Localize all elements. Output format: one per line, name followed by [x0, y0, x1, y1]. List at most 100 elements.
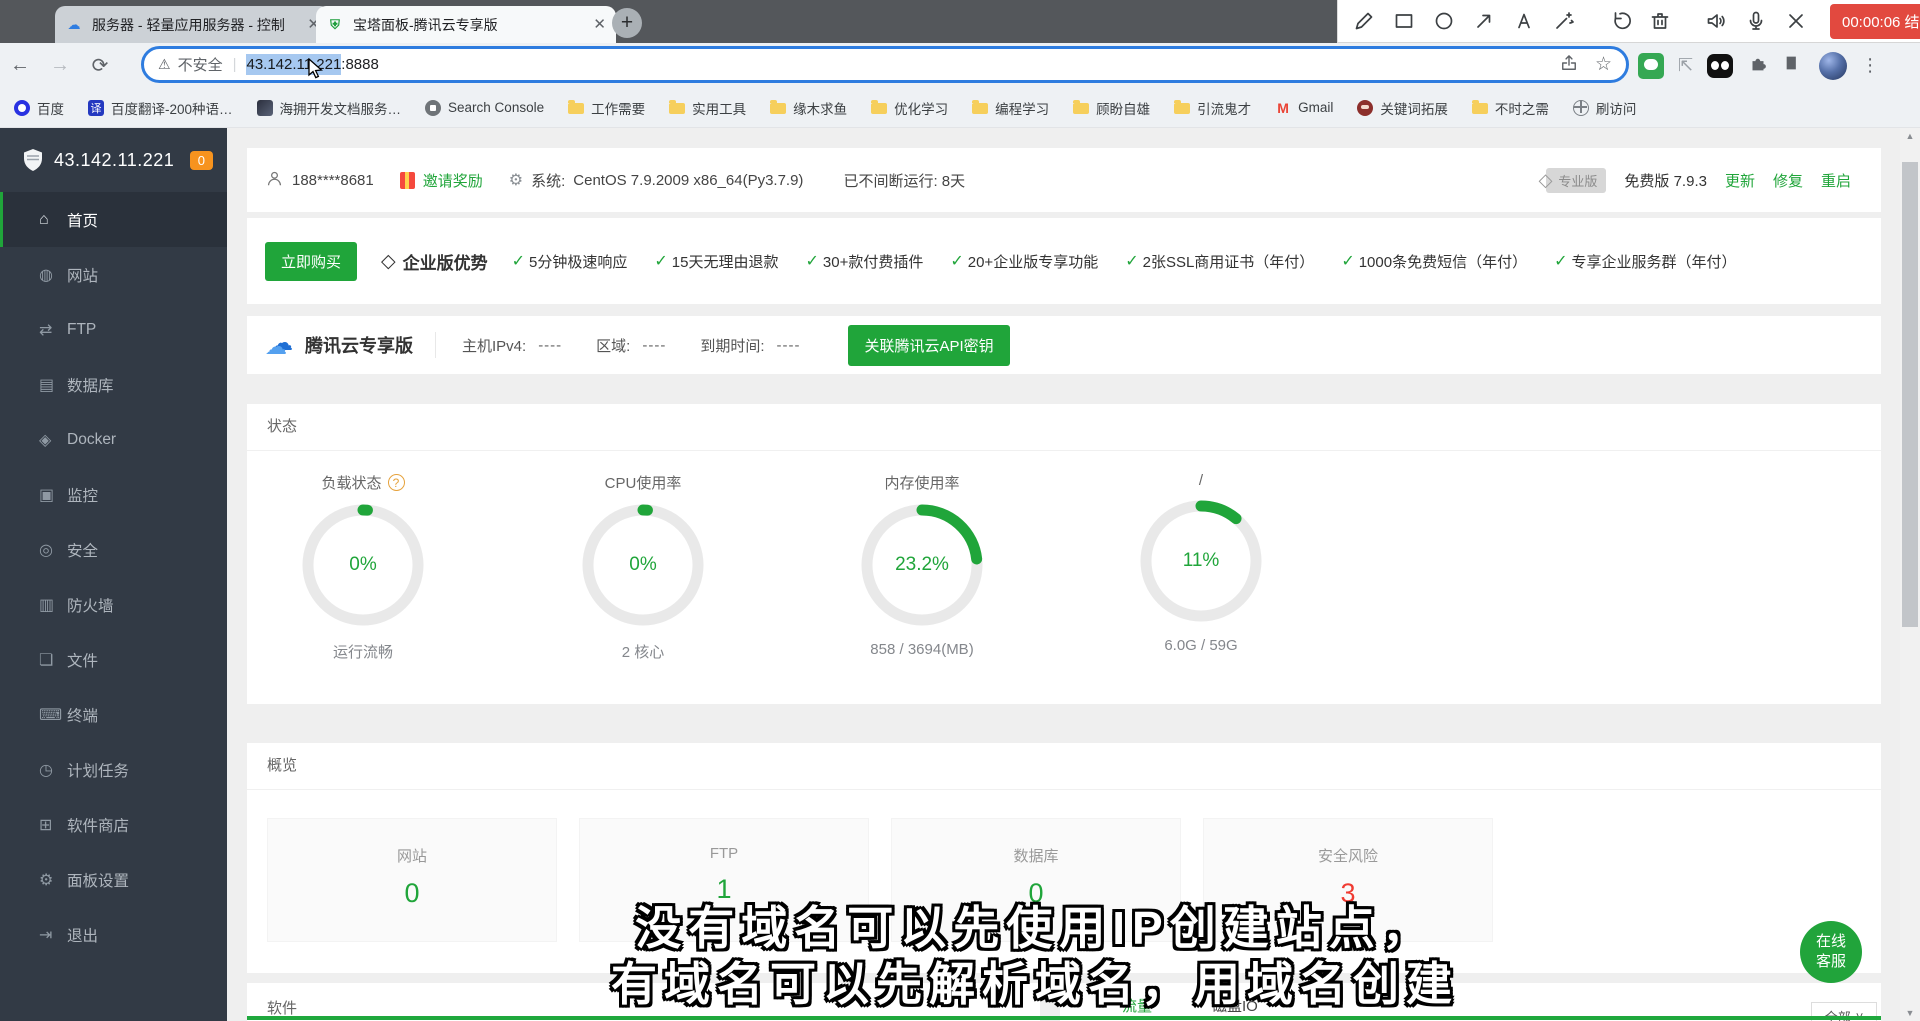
user-phone[interactable]: 188****8681 [292, 172, 374, 189]
invite-reward-link[interactable]: 邀请奖励 [423, 170, 483, 191]
bookmark-label: 百度翻译-200种语… [111, 98, 233, 118]
puzzle-extensions-icon[interactable] [1747, 52, 1769, 79]
bookmark-label: 工作需要 [591, 98, 645, 118]
url-selected-text[interactable]: 43.142.11.221 [246, 54, 341, 75]
panel-action-link[interactable]: 重启 [1821, 170, 1851, 191]
sidebar-item[interactable]: ◷ 计划任务 [0, 742, 227, 797]
sidebar-item[interactable]: ◍ 网站 [0, 247, 227, 302]
sidebar-item[interactable]: ❏ 文件 [0, 632, 227, 687]
tencent-cloud-logo: ☁☁ [265, 334, 295, 356]
bookmark-item[interactable]: 不时之需 [1472, 98, 1549, 118]
tile-label: 安全风险 [1204, 845, 1492, 866]
bookmark-item[interactable]: 刷访问 [1573, 98, 1637, 118]
bookmark-item[interactable]: 实用工具 [669, 98, 746, 118]
bookmark-item[interactable]: 编程学习 [972, 98, 1049, 118]
pencil-icon[interactable] [1352, 9, 1376, 33]
arrow-icon[interactable] [1472, 9, 1496, 33]
pro-version-badge[interactable]: ◇ 专业版 [1539, 168, 1607, 193]
check-icon: ✓ [950, 251, 963, 271]
sidebar-item[interactable]: ▤ 数据库 [0, 357, 227, 412]
sidebar-item[interactable]: ⌂ 首页 [0, 192, 227, 247]
bookmark-favicon [1573, 100, 1589, 116]
status-gauge[interactable]: 负载状态 ? 0% 运行流畅 [253, 472, 473, 662]
share-icon[interactable] [1559, 53, 1579, 77]
feature-text: 5分钟极速响应 [529, 251, 627, 272]
bookmark-item[interactable]: 关键词拓展 [1357, 98, 1448, 118]
sidebar-item[interactable]: ◈ Docker [0, 412, 227, 467]
extensions-area: ⇱ ⋮ [1638, 43, 1879, 88]
adblock-extension-icon[interactable] [1707, 54, 1733, 78]
bookmark-item[interactable]: M Gmail [1275, 100, 1333, 116]
recording-timer-stop-button[interactable]: 00:00:06 结束 [1830, 4, 1920, 39]
status-gauge[interactable]: / 11% 6.0G / 59G [1091, 472, 1311, 654]
not-secure-label[interactable]: 不安全 [178, 54, 223, 75]
profile-avatar[interactable] [1819, 52, 1847, 80]
link-api-key-button[interactable]: 关联腾讯云API密钥 [848, 325, 1009, 366]
buy-now-button[interactable]: 立即购买 [265, 242, 357, 281]
new-tab-button[interactable]: + [612, 8, 642, 38]
tab-title: 服务器 - 轻量应用服务器 - 控制 [92, 15, 299, 35]
tab-close-icon[interactable]: ✕ [593, 17, 606, 32]
close-recorder-icon[interactable] [1784, 9, 1808, 33]
video-subtitle: 没有域名可以先使用IP创建站点， 有域名可以先解析域名，用域名创建 [611, 900, 1459, 1012]
bookmark-label: Search Console [448, 100, 544, 115]
scrollbar-thumb[interactable] [1902, 162, 1918, 627]
bookmark-item[interactable]: 海拥开发文档服务… [257, 98, 402, 118]
browser-menu-icon[interactable]: ⋮ [1861, 55, 1879, 76]
bookmark-item[interactable]: 引流鬼才 [1174, 98, 1251, 118]
tab-bt-panel[interactable]: ⛨ 宝塔面板-腾讯云专享版 ✕ [316, 6, 616, 43]
url-port-text[interactable]: :8888 [341, 56, 379, 73]
server-ip[interactable]: 43.142.11.221 [54, 150, 190, 171]
bookmark-item[interactable]: 顾盼自雄 [1073, 98, 1150, 118]
rectangle-icon[interactable] [1392, 9, 1416, 33]
address-bar[interactable]: ⚠ 不安全 | 43.142.11.221 :8888 ☆ [141, 46, 1629, 83]
bookmark-item[interactable]: Search Console [425, 100, 544, 116]
help-icon[interactable]: ? [388, 474, 405, 491]
speaker-icon[interactable] [1704, 9, 1728, 33]
scroll-up-arrow[interactable]: ▲ [1900, 128, 1920, 144]
microphone-icon[interactable] [1744, 9, 1768, 33]
panel-action-link[interactable]: 更新 [1725, 170, 1755, 191]
cursor-disabled-extension-icon[interactable]: ⇱ [1678, 55, 1693, 76]
trash-icon[interactable] [1648, 9, 1672, 33]
sidebar-item[interactable]: ⚙ 面板设置 [0, 852, 227, 907]
sidepanel-icon[interactable] [1783, 52, 1805, 79]
undo-icon[interactable] [1608, 9, 1632, 33]
gauge-percent: 0% [299, 501, 427, 629]
bookmark-item[interactable]: 缘木求鱼 [770, 98, 847, 118]
sidebar-item[interactable]: ⌨ 终端 [0, 687, 227, 742]
bookmark-label: 缘木求鱼 [793, 98, 847, 118]
sidebar-item[interactable]: ⇥ 退出 [0, 907, 227, 962]
sidebar-item[interactable]: ▣ 监控 [0, 467, 227, 522]
page-scrollbar[interactable]: ▲ ▼ [1900, 128, 1920, 1021]
bookmark-item[interactable]: 工作需要 [568, 98, 645, 118]
tile-label: FTP [580, 845, 868, 862]
sidebar-item-icon: ◎ [39, 540, 67, 560]
tile-value[interactable]: 0 [268, 878, 556, 909]
bookmark-item[interactable]: 译 百度翻译-200种语… [88, 98, 233, 118]
bookmark-item[interactable]: 优化学习 [871, 98, 948, 118]
bookmark-star-icon[interactable]: ☆ [1595, 53, 1612, 76]
effects-wand-icon[interactable] [1552, 9, 1576, 33]
text-icon[interactable] [1512, 9, 1536, 33]
online-support-button[interactable]: 在线客服 [1800, 921, 1862, 983]
gauge-donut: 0% [579, 501, 707, 629]
sidebar-item[interactable]: ⇄ FTP [0, 302, 227, 357]
scroll-down-arrow[interactable]: ▼ [1900, 1005, 1920, 1021]
sidebar-item[interactable]: ▥ 防火墙 [0, 577, 227, 632]
bookmark-item[interactable]: 百度 [14, 98, 64, 118]
sidebar-item[interactable]: ⊞ 软件商店 [0, 797, 227, 852]
messenger-extension-icon[interactable] [1638, 53, 1664, 79]
message-count-badge[interactable]: 0 [190, 151, 213, 170]
reload-icon[interactable]: ⟳ [80, 53, 120, 78]
ellipse-icon[interactable] [1432, 9, 1456, 33]
overview-tile[interactable]: 网站 0 [267, 818, 557, 942]
panel-action-link[interactable]: 修复 [1773, 170, 1803, 191]
feature-item: ✓ 2张SSL商用证书（年付） [1125, 251, 1314, 272]
status-gauge[interactable]: 内存使用率 23.2% 858 / 3694(MB) [812, 472, 1032, 658]
warning-icon: ⚠ [158, 56, 171, 73]
sidebar-item[interactable]: ◎ 安全 [0, 522, 227, 577]
status-gauge[interactable]: CPU使用率 0% 2 核心 [533, 472, 753, 662]
tab-tencent-console[interactable]: ☁ 服务器 - 轻量应用服务器 - 控制 ✕ [55, 6, 330, 43]
back-icon[interactable]: ← [0, 54, 40, 77]
